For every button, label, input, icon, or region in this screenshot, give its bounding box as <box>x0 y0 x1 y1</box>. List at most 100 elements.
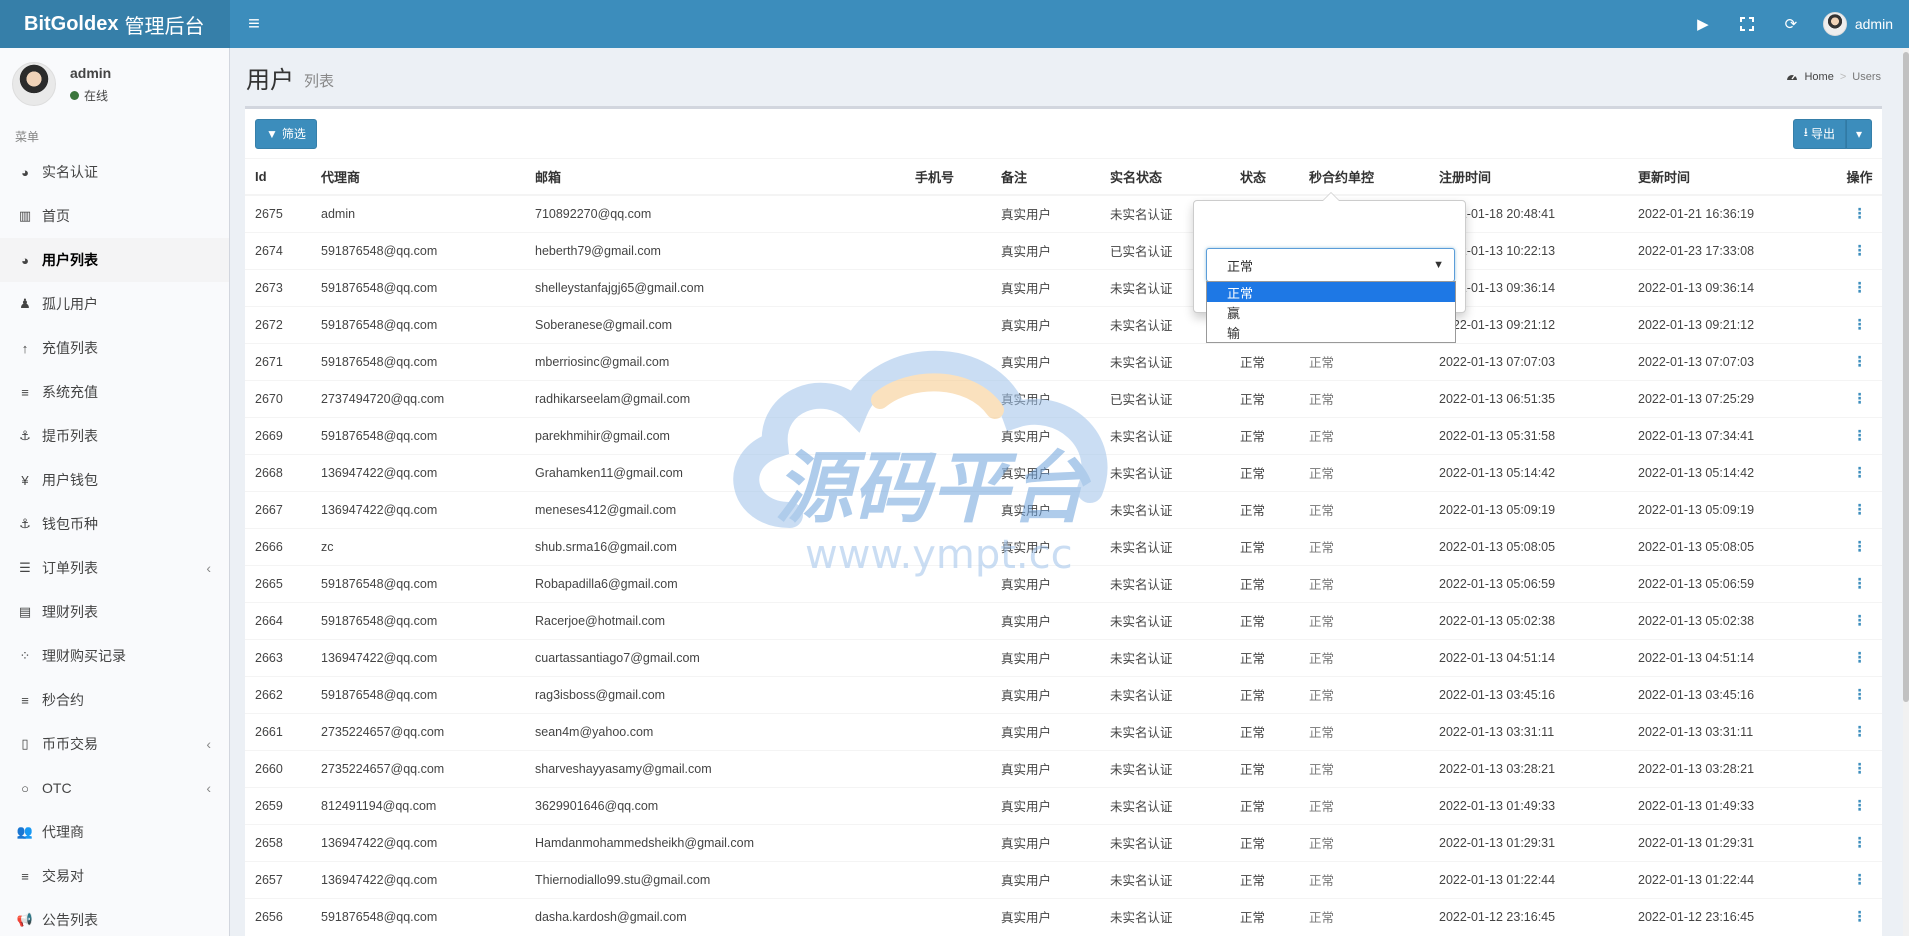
sidebar-item-17[interactable]: 📢 公告列表 <box>0 898 229 936</box>
contract-control-cell[interactable]: 正常 <box>1299 601 1429 639</box>
sidebar-item-3[interactable]: ♟ 孤儿用户 <box>0 282 229 326</box>
sidebar-item-4[interactable]: ↑ 充值列表 <box>0 326 229 370</box>
sidebar-item-10[interactable]: ▤ 理财列表 <box>0 590 229 634</box>
contract-control-cell[interactable]: 正常 <box>1299 416 1429 454</box>
more-actions-icon[interactable]: ⋮ <box>1853 834 1867 850</box>
actions-cell: ⋮ <box>1827 823 1882 861</box>
table-cell: 2022-01-13 01:29:31 <box>1628 823 1827 861</box>
contract-control-cell[interactable]: 正常 <box>1299 379 1429 417</box>
table-cell <box>905 897 991 935</box>
column-header: 手机号 <box>905 159 991 196</box>
table-cell: 正常 <box>1230 527 1299 565</box>
more-actions-icon[interactable]: ⋮ <box>1853 427 1867 443</box>
contract-control-cell[interactable]: 正常 <box>1299 823 1429 861</box>
sidebar-item-label: 充值列表 <box>42 340 98 356</box>
fullscreen-icon[interactable] <box>1725 0 1769 48</box>
sidebar-item-6[interactable]: ⚓ 提币列表 <box>0 414 229 458</box>
filter-button[interactable]: ▼ 筛选 <box>255 118 317 149</box>
actions-cell: ⋮ <box>1827 897 1882 935</box>
table-cell: 2673 <box>245 268 311 306</box>
contract-control-cell[interactable]: 正常 <box>1299 897 1429 935</box>
sidebar-item-13[interactable]: ▯ 币币交易 ‹ <box>0 722 229 766</box>
contract-control-cell[interactable]: 正常 <box>1299 342 1429 380</box>
actions-cell: ⋮ <box>1827 712 1882 750</box>
table-cell: 2022-01-13 05:08:05 <box>1429 527 1628 565</box>
contract-control-cell[interactable]: 正常 <box>1299 527 1429 565</box>
contract-control-cell[interactable]: 正常 <box>1299 675 1429 713</box>
scroll-thumb[interactable] <box>1903 52 1909 702</box>
table-cell: 2657 <box>245 860 311 898</box>
more-actions-icon[interactable]: ⋮ <box>1853 501 1867 517</box>
more-actions-icon[interactable]: ⋮ <box>1853 760 1867 776</box>
contract-control-cell[interactable]: 正常 <box>1299 638 1429 676</box>
filter-icon: ▼ <box>266 126 278 141</box>
table-cell: zc <box>311 527 525 565</box>
sidebar-item-label: 公告列表 <box>42 912 98 928</box>
sidebar-item-15[interactable]: 👥 代理商 <box>0 810 229 854</box>
more-actions-icon[interactable]: ⋮ <box>1853 316 1867 332</box>
sidebar-toggle-icon[interactable]: ≡ <box>230 0 278 48</box>
more-actions-icon[interactable]: ⋮ <box>1853 242 1867 258</box>
bullhorn-icon: 📢 <box>16 912 34 927</box>
contract-control-cell[interactable]: 正常 <box>1299 490 1429 528</box>
sidebar-item-11[interactable]: ⁘ 理财购买记录 <box>0 634 229 678</box>
contract-control-cell[interactable]: 正常 <box>1299 786 1429 824</box>
select-option[interactable]: 输 <box>1207 322 1455 342</box>
sidebar-item-9[interactable]: ☰ 订单列表 ‹ <box>0 546 229 590</box>
control-select[interactable]: 正常 ▼ <box>1206 248 1455 282</box>
actions-cell: ⋮ <box>1827 786 1882 824</box>
table-cell: 710892270@qq.com <box>525 194 905 232</box>
more-actions-icon[interactable]: ⋮ <box>1853 575 1867 591</box>
more-actions-icon[interactable]: ⋮ <box>1853 612 1867 628</box>
app-logo[interactable]: BitGoldex 管理后台 <box>0 0 230 48</box>
sidebar-item-7[interactable]: ¥ 用户钱包 <box>0 458 229 502</box>
page-scrollbar[interactable] <box>1903 48 1909 936</box>
table-cell <box>905 675 991 713</box>
play-icon[interactable]: ▶ <box>1681 0 1725 48</box>
table-cell: 正常 <box>1230 416 1299 454</box>
contract-control-cell[interactable]: 正常 <box>1299 860 1429 898</box>
breadcrumb-home[interactable]: Home <box>1804 71 1833 83</box>
select-option[interactable]: 正常 <box>1207 282 1455 302</box>
contract-control-cell[interactable]: 正常 <box>1299 564 1429 602</box>
contract-control-cell[interactable]: 正常 <box>1299 749 1429 787</box>
sidebar-item-16[interactable]: ≡ 交易对 <box>0 854 229 898</box>
more-actions-icon[interactable]: ⋮ <box>1853 390 1867 406</box>
sidebar-item-0[interactable]: ◕ 实名认证 <box>0 150 229 194</box>
more-actions-icon[interactable]: ⋮ <box>1853 205 1867 221</box>
sidebar-item-1[interactable]: ▥ 首页 <box>0 194 229 238</box>
sidebar-item-2[interactable]: ◕ 用户列表 <box>0 238 229 282</box>
sidebar-item-5[interactable]: ≡ 系统充值 <box>0 370 229 414</box>
table-cell: 2022-01-13 04:51:14 <box>1628 638 1827 676</box>
sidebar-item-label: 用户列表 <box>42 252 98 268</box>
table-cell: 136947422@qq.com <box>311 860 525 898</box>
sidebar-item-label: 系统充值 <box>42 384 98 400</box>
more-actions-icon[interactable]: ⋮ <box>1853 723 1867 739</box>
select-option[interactable]: 赢 <box>1207 302 1455 322</box>
more-actions-icon[interactable]: ⋮ <box>1853 908 1867 924</box>
more-actions-icon[interactable]: ⋮ <box>1853 464 1867 480</box>
more-actions-icon[interactable]: ⋮ <box>1853 538 1867 554</box>
page-subtitle: 列表 <box>304 72 335 90</box>
sidebar-item-label: 用户钱包 <box>42 472 98 488</box>
yen-icon: ¥ <box>21 472 29 488</box>
export-dropdown-toggle[interactable]: ▾ <box>1845 118 1872 149</box>
sidebar-item-8[interactable]: ⚓ 钱包币种 <box>0 502 229 546</box>
sidebar-item-label: 代理商 <box>42 824 84 840</box>
more-actions-icon[interactable]: ⋮ <box>1853 871 1867 887</box>
more-actions-icon[interactable]: ⋮ <box>1853 353 1867 369</box>
table-cell: 2662 <box>245 675 311 713</box>
more-actions-icon[interactable]: ⋮ <box>1853 279 1867 295</box>
header-user-menu[interactable]: admin <box>1813 12 1893 36</box>
more-actions-icon[interactable]: ⋮ <box>1853 686 1867 702</box>
more-actions-icon[interactable]: ⋮ <box>1853 797 1867 813</box>
refresh-icon[interactable]: ⟳ <box>1769 0 1813 48</box>
sidebar-item-14[interactable]: ○ OTC ‹ <box>0 766 229 810</box>
table-cell: 2022-01-13 01:49:33 <box>1628 786 1827 824</box>
contract-control-cell[interactable]: 正常 <box>1299 453 1429 491</box>
export-button[interactable]: ⭳ 导出 <box>1792 118 1846 149</box>
more-actions-icon[interactable]: ⋮ <box>1853 649 1867 665</box>
table-cell: meneses412@gmail.com <box>525 490 905 528</box>
sidebar-item-12[interactable]: ≡ 秒合约 <box>0 678 229 722</box>
contract-control-cell[interactable]: 正常 <box>1299 712 1429 750</box>
